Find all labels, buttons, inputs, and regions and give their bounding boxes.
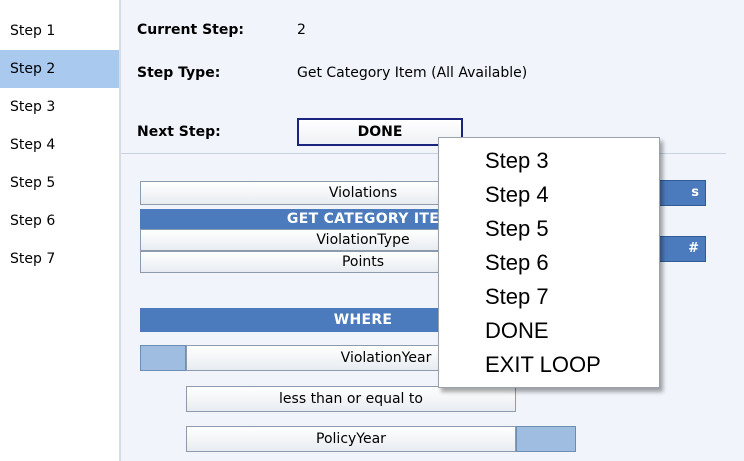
sidebar-item-step-2[interactable]: Step 2: [0, 50, 119, 88]
current-step-value: 2: [297, 22, 306, 38]
dropdown-option-step-3[interactable]: Step 3: [485, 148, 549, 174]
dropdown-option-step-4[interactable]: Step 4: [485, 182, 549, 208]
sidebar-item-step-7[interactable]: Step 7: [0, 240, 119, 278]
next-step-dropdown-menu: Step 3 Step 4 Step 5 Step 6 Step 7 DONE …: [438, 137, 660, 388]
dropdown-option-step-5[interactable]: Step 5: [485, 216, 549, 242]
sidebar-item-step-5[interactable]: Step 5: [0, 164, 119, 202]
field-policyyear-button[interactable]: PolicyYear: [186, 426, 516, 452]
next-step-label: Next Step:: [137, 124, 221, 140]
operator-button[interactable]: less than or equal to: [186, 386, 516, 412]
dropdown-option-step-7[interactable]: Step 7: [485, 284, 549, 310]
sidebar-item-step-3[interactable]: Step 3: [0, 88, 119, 126]
dropdown-option-exit-loop[interactable]: EXIT LOOP: [485, 352, 601, 378]
dropdown-option-step-6[interactable]: Step 6: [485, 250, 549, 276]
step-type-value: Get Category Item (All Available): [297, 65, 528, 81]
current-step-label: Current Step:: [137, 22, 244, 38]
sidebar-item-step-1[interactable]: Step 1: [0, 12, 119, 50]
sidebar-item-step-6[interactable]: Step 6: [0, 202, 119, 240]
step-sidebar: Step 1 Step 2 Step 3 Step 4 Step 5 Step …: [0, 0, 119, 461]
step-type-label: Step Type:: [137, 65, 221, 81]
left-paren-toggle[interactable]: [140, 345, 186, 371]
dropdown-option-done[interactable]: DONE: [485, 318, 549, 344]
sidebar-item-step-4[interactable]: Step 4: [0, 126, 119, 164]
right-paren-toggle[interactable]: [516, 426, 576, 452]
